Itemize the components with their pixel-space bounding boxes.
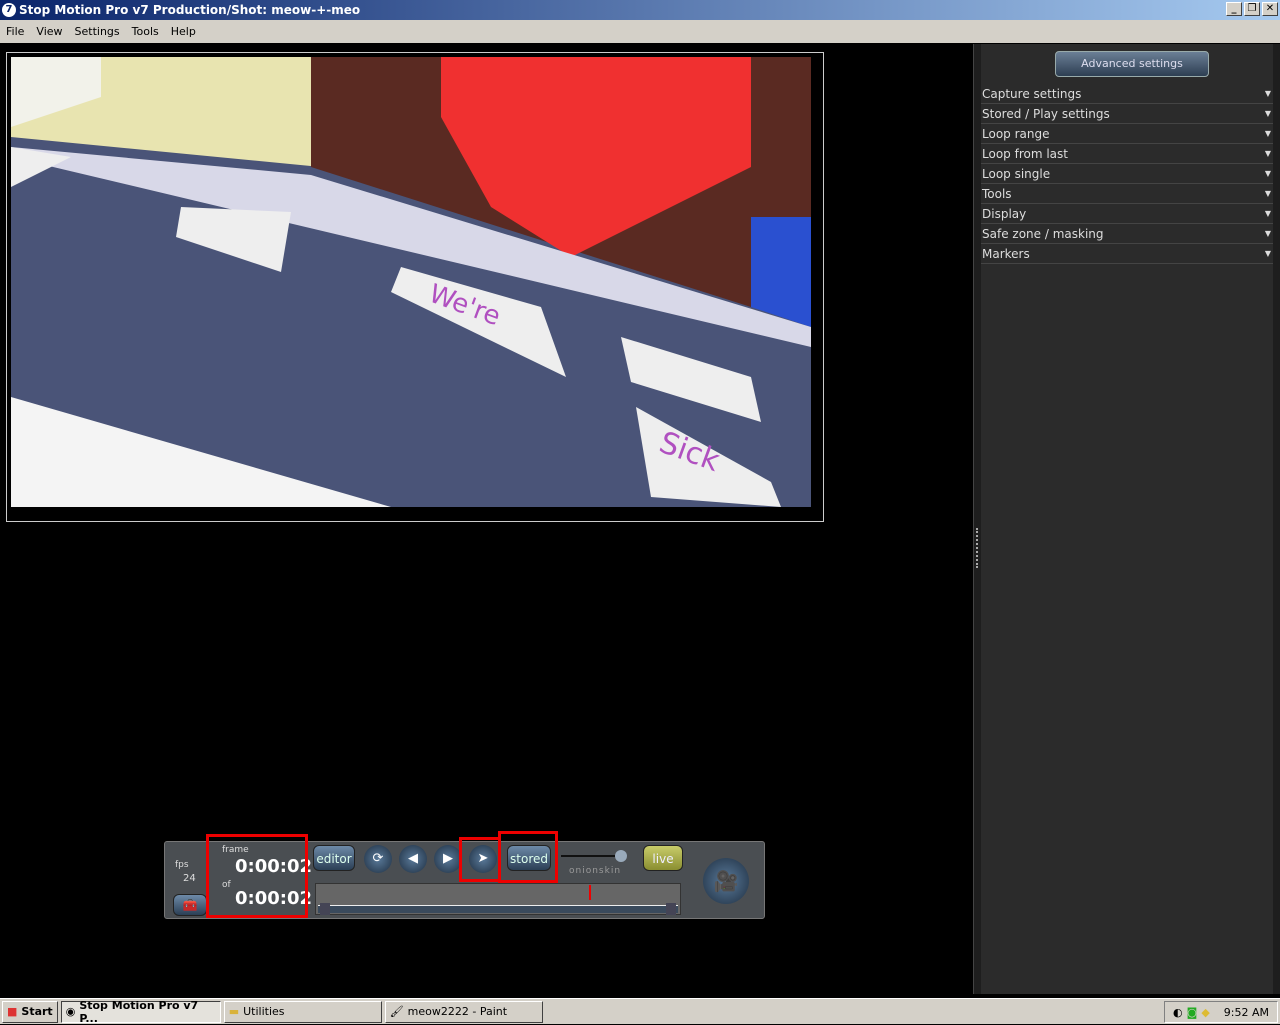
tray-icon[interactable]: ◐ [1173,1006,1183,1019]
menu-settings[interactable]: Settings [69,25,126,38]
dropdown-arrow-icon: ▼ [1264,89,1271,98]
task-stop-motion[interactable]: ◉ Stop Motion Pro v7 P... [60,998,221,1025]
section-label: Capture settings [982,87,1082,101]
section-label: Loop single [982,167,1051,181]
menu-help[interactable]: Help [165,25,202,38]
tray-icon[interactable]: ◆ [1201,1006,1209,1019]
live-camera-image: We're Sick [11,57,811,507]
accordion-section[interactable]: Markers ▼ [981,244,1273,264]
fps-label: fps [175,860,189,870]
timeline[interactable] [315,883,681,915]
start-label: Start [21,1005,53,1018]
toolbox-button[interactable]: 🧰 [173,894,207,916]
live-button[interactable]: live [643,845,683,871]
tray-icon[interactable]: ◙ [1187,1006,1198,1019]
editor-button[interactable]: editor [313,845,355,871]
taskbar: ■ Start ◉ Stop Motion Pro v7 P... ▬ Utiliti… [0,998,1280,1025]
clock[interactable]: 9:52 AM [1224,1006,1269,1019]
task-label: Stop Motion Pro v7 P... [79,998,199,1025]
onionskin-slider-knob[interactable] [615,850,627,862]
accordion-section[interactable]: Safe zone / masking ▼ [981,224,1273,244]
section-label: Markers [982,247,1030,261]
accordion-section[interactable]: Tools ▼ [981,184,1273,204]
capture-button[interactable]: 🎥 [703,858,749,904]
section-label: Loop range [982,127,1050,141]
dropdown-arrow-icon: ▼ [1264,129,1271,138]
highlight-frame-counter [206,834,308,918]
accordion-section[interactable]: Loop single ▼ [981,164,1273,184]
system-tray: ◐ ◙ ◆ 9:52 AM [1164,1001,1278,1023]
task-utilities[interactable]: ▬ Utilities [223,1000,382,1023]
toolbox-icon: 🧰 [182,898,198,912]
range-start-handle[interactable] [320,903,330,915]
range-bar[interactable] [318,905,678,913]
windows-logo-icon: ■ [7,1005,18,1018]
section-label: Loop from last [982,147,1068,161]
title-bar: 7 Stop Motion Pro v7 Production/Shot: me… [0,0,1280,20]
range-end-handle[interactable] [666,903,676,915]
dropdown-arrow-icon: ▼ [1264,169,1271,178]
accordion-section[interactable]: Display ▼ [981,204,1273,224]
restore-button[interactable]: ❐ [1244,2,1260,16]
step-forward-icon: ▶ [443,851,453,866]
section-label: Stored / Play settings [982,107,1110,121]
loop-button[interactable]: ⟳ [364,845,392,873]
highlight-play [459,837,501,882]
section-label: Safe zone / masking [982,227,1104,241]
onionskin-label: onionskin [569,866,622,876]
menu-file[interactable]: File [0,25,30,38]
task-paint[interactable]: 🖌 meow2222 - Paint [384,1000,543,1023]
step-forward-button[interactable]: ▶ [434,845,462,873]
dropdown-arrow-icon: ▼ [1264,149,1271,158]
app-icon: 7 [2,3,16,17]
menu-view[interactable]: View [30,25,68,38]
menu-bar: File View Settings Tools Help [0,20,1280,43]
task-label: meow2222 - Paint [407,1005,508,1018]
dropdown-arrow-icon: ▼ [1264,109,1271,118]
paint-icon: 🖌 [389,1005,404,1018]
folder-icon: ▬ [228,1005,240,1018]
window-title: Stop Motion Pro v7 Production/Shot: meow… [19,3,361,17]
advanced-settings-button[interactable]: Advanced settings [1055,51,1209,77]
task-label: Utilities [243,1005,285,1018]
camera-viewer[interactable]: We're Sick [6,52,824,522]
section-label: Tools [982,187,1012,201]
loop-icon: ⟳ [372,851,384,866]
accordion-section[interactable]: Capture settings ▼ [981,84,1273,104]
timeline-playhead[interactable] [589,885,591,900]
step-back-button[interactable]: ◀ [399,845,427,873]
accordion-section[interactable]: Stored / Play settings ▼ [981,104,1273,124]
dropdown-arrow-icon: ▼ [1264,249,1271,258]
highlight-stored [498,831,558,883]
dropdown-arrow-icon: ▼ [1264,229,1271,238]
start-button[interactable]: ■ Start [2,1000,58,1023]
accordion-section[interactable]: Loop from last ▼ [981,144,1273,164]
settings-panel: Advanced settings Capture settings ▼ Store… [973,44,1280,994]
accordion-section[interactable]: Loop range ▼ [981,124,1273,144]
step-back-icon: ◀ [408,851,418,866]
minimize-button[interactable]: _ [1226,2,1242,16]
camera-icon: 🎥 [713,869,739,893]
section-label: Display [982,207,1027,221]
close-button[interactable]: ✕ [1262,2,1278,16]
panel-splitter[interactable] [976,528,979,568]
dropdown-arrow-icon: ▼ [1264,209,1271,218]
app-icon: ◉ [65,1005,76,1018]
menu-tools[interactable]: Tools [126,25,165,38]
dropdown-arrow-icon: ▼ [1264,189,1271,198]
fps-value[interactable]: 24 [183,873,196,884]
